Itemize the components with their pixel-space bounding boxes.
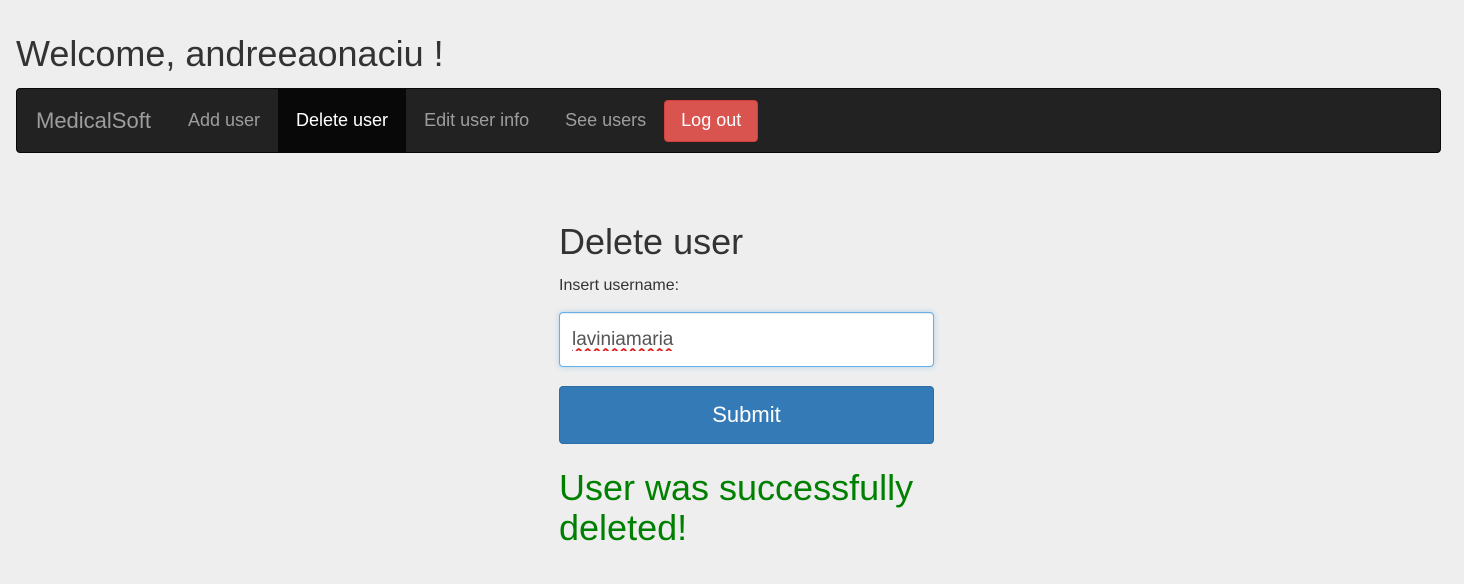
- welcome-heading: Welcome, andreeaonaciu !: [16, 33, 444, 74]
- navbar-brand[interactable]: MedicalSoft: [17, 89, 170, 152]
- nav-item-see-users[interactable]: See users: [547, 89, 664, 152]
- username-input[interactable]: [559, 312, 934, 367]
- logout-wrapper: Log out: [664, 89, 759, 152]
- logout-button[interactable]: Log out: [664, 99, 759, 142]
- submit-button[interactable]: Submit: [559, 386, 934, 444]
- nav-item-edit-user-info[interactable]: Edit user info: [406, 89, 547, 152]
- username-label: Insert username:: [559, 277, 680, 294]
- success-message: User was successfully deleted!: [559, 467, 914, 548]
- delete-user-form: Delete user Insert username: Submit User…: [559, 218, 934, 548]
- top-navbar: MedicalSoft Add user Delete user Edit us…: [16, 88, 1441, 153]
- nav-item-add-user[interactable]: Add user: [170, 89, 278, 152]
- nav-item-delete-user[interactable]: Delete user: [278, 89, 407, 152]
- form-title: Delete user: [559, 221, 744, 262]
